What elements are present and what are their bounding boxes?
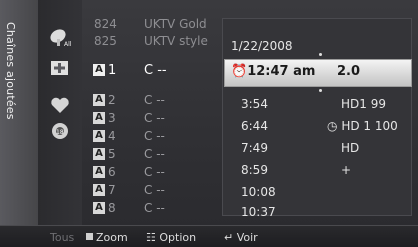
all-button[interactable]: Tous	[50, 231, 74, 244]
list-item[interactable]: A 8 C --	[82, 200, 222, 217]
favorite-heart-icon[interactable]	[48, 94, 72, 116]
list-item[interactable]: A 7 C --	[82, 182, 222, 199]
sidebar-title-tab[interactable]: Chaînes ajoutées	[0, 0, 39, 225]
bottom-help-bar: Tous Zoom ☷ Option ↵ Voir	[0, 225, 418, 247]
channel-name: C --	[144, 93, 165, 107]
analog-badge: A	[93, 148, 105, 160]
channel-number: 1	[108, 63, 117, 78]
option-button[interactable]: ☷ Option	[146, 231, 196, 244]
channel-name: C --	[144, 183, 165, 197]
tag-item: HD	[341, 141, 360, 155]
channel-number: 2	[108, 93, 116, 107]
up-arrow-indicator	[319, 53, 322, 56]
channel-number: 3	[108, 111, 116, 125]
time-item[interactable]: 6:44	[241, 119, 268, 133]
time-item[interactable]: 10:08	[241, 185, 276, 199]
tag-item: HD1 99	[341, 97, 386, 111]
timer-icon: ⏰	[231, 64, 248, 79]
enter-key-icon: ↵	[224, 231, 234, 244]
list-item[interactable]: A 5 C --	[82, 146, 222, 163]
highlight-time: ⏰12:47 am	[231, 64, 316, 79]
list-item[interactable]: A 3 C --	[82, 110, 222, 127]
time-item[interactable]: 7:49	[241, 141, 268, 155]
view-button[interactable]: ↵ Voir	[224, 231, 258, 244]
channel-name: C --	[144, 111, 165, 125]
channel-number: 825	[94, 34, 117, 48]
list-item[interactable]: 825 UKTV style	[82, 33, 222, 50]
add-channel-icon[interactable]	[48, 57, 72, 79]
list-item[interactable]: A 4 C --	[82, 128, 222, 145]
list-item-selected[interactable]: A 1 C --	[82, 62, 222, 79]
zoom-key-icon	[86, 233, 93, 240]
channel-number: 5	[108, 147, 116, 161]
channel-name: C --	[144, 63, 167, 78]
panel-date: 1/22/2008	[231, 39, 293, 53]
analog-badge: A	[93, 94, 105, 106]
timer-popup-panel: 1/22/2008 ⏰12:47 am 2.0 3:54 6:44 7:49 8…	[222, 18, 412, 219]
analog-badge: A	[93, 112, 105, 124]
svg-text:All: All	[64, 41, 72, 48]
time-item[interactable]: 10:37	[241, 205, 276, 219]
lock-channel-icon[interactable]: 18	[48, 120, 72, 142]
channel-number: 8	[108, 201, 116, 215]
tag-item: ◷ HD 1 100	[327, 119, 398, 133]
channel-name: C --	[144, 165, 165, 179]
channel-name: UKTV Gold	[144, 17, 207, 31]
down-arrow-indicator	[319, 89, 322, 92]
list-item[interactable]: A 2 C --	[82, 92, 222, 109]
channel-name: C --	[144, 201, 165, 215]
channel-number: 4	[108, 129, 116, 143]
analog-badge: A	[93, 184, 105, 196]
analog-badge: A	[93, 202, 105, 214]
time-item[interactable]: 3:54	[241, 97, 268, 111]
tag-item: +	[341, 163, 352, 177]
channel-number: 6	[108, 165, 116, 179]
analog-badge: A	[93, 166, 105, 178]
tools-key-icon: ☷	[146, 231, 156, 244]
channel-manager-screen: Chaînes ajoutées All 18 824 UKTV Gold 82…	[0, 0, 418, 247]
time-item[interactable]: 8:59	[241, 163, 268, 177]
channel-name: UKTV style	[144, 34, 208, 48]
zoom-button[interactable]: Zoom	[86, 231, 128, 244]
analog-badge: A	[93, 130, 105, 142]
channel-number: 824	[94, 17, 117, 31]
analog-badge: A	[93, 64, 105, 76]
highlight-value: 2.0	[337, 64, 361, 79]
clock-icon: ◷	[327, 119, 338, 133]
selected-time-row[interactable]: ⏰12:47 am 2.0	[224, 59, 412, 87]
channel-name: C --	[144, 129, 165, 143]
svg-text:18: 18	[56, 129, 64, 136]
icon-column: All 18	[38, 0, 82, 225]
channel-list: 824 UKTV Gold 825 UKTV style A 1 C -- A …	[82, 0, 222, 225]
channel-number: 7	[108, 183, 116, 197]
channel-name: C --	[144, 147, 165, 161]
satellite-dish-icon[interactable]: All	[48, 26, 72, 48]
list-item[interactable]: 824 UKTV Gold	[82, 16, 222, 33]
list-item[interactable]: A 6 C --	[82, 164, 222, 181]
sidebar-title: Chaînes ajoutées	[4, 22, 17, 120]
